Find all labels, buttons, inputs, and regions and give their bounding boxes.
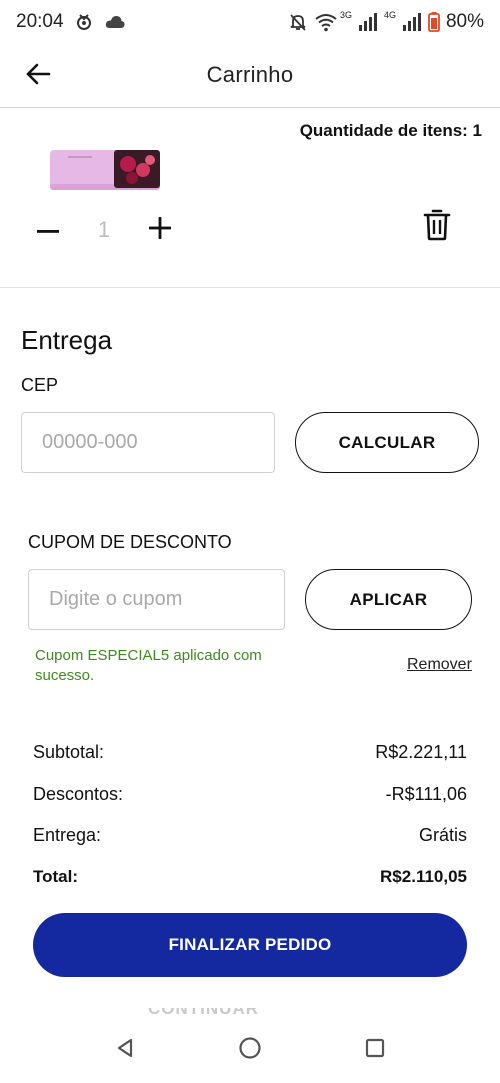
nav-back-button[interactable] — [110, 1035, 140, 1065]
signal-icon-2 — [402, 13, 422, 31]
delivery-row: Entrega: Grátis — [33, 825, 467, 846]
decrease-button[interactable] — [28, 208, 68, 252]
remove-coupon-link[interactable]: Remover — [407, 656, 472, 674]
network-type-2: 4G — [383, 10, 396, 20]
delivery-value: Grátis — [418, 825, 467, 845]
data-saver-icon — [74, 12, 94, 32]
total-label: Total: — [33, 867, 79, 886]
wifi-icon — [314, 12, 338, 32]
product-image[interactable] — [48, 150, 162, 196]
coupon-label: CUPOM DE DESCONTO — [28, 532, 232, 552]
page-title: Carrinho — [206, 62, 294, 87]
status-bar: 20:04 3G 4G 80% — [0, 0, 500, 44]
nav-back-icon — [114, 1037, 136, 1064]
quantity-value: 1 — [97, 217, 111, 242]
app-bar: Carrinho — [0, 44, 500, 108]
subtotal-row: Subtotal: R$2.221,11 — [33, 742, 467, 763]
network-type-1: 3G — [339, 10, 352, 20]
signal-icon-1 — [358, 13, 378, 31]
plus-icon — [149, 216, 171, 244]
discount-label: Descontos: — [33, 784, 124, 804]
subtotal-label: Subtotal: — [33, 742, 105, 762]
items-count: Quantidade de itens: 1 — [299, 121, 482, 140]
coupon-success-message: Cupom ESPECIAL5 aplicado com sucesso. — [35, 647, 262, 684]
status-time: 20:04 — [16, 11, 64, 32]
cep-input[interactable] — [21, 412, 275, 473]
minus-icon — [37, 221, 59, 239]
trash-icon — [423, 209, 451, 246]
coupon-input[interactable] — [28, 569, 285, 630]
battery-percent: 80% — [445, 11, 484, 32]
nav-recents-icon — [364, 1037, 386, 1064]
system-nav-bar — [0, 1017, 500, 1083]
finalize-order-button[interactable]: FINALIZAR PEDIDO — [33, 913, 467, 977]
cloud-icon — [104, 14, 126, 30]
subtotal-value: R$2.221,11 — [375, 742, 467, 762]
remove-item-button[interactable] — [420, 208, 454, 246]
total-row: Total: R$2.110,05 — [33, 867, 467, 887]
calculate-button[interactable]: CALCULAR — [295, 412, 479, 473]
delivery-label: Entrega: — [33, 825, 102, 845]
cep-label: CEP — [21, 375, 59, 395]
discount-value: -R$111,06 — [385, 784, 467, 804]
discount-row: Descontos: -R$111,06 — [33, 784, 467, 805]
delivery-title: Entrega — [21, 325, 113, 355]
quantity-stepper: 1 — [28, 208, 180, 252]
battery-icon — [428, 12, 440, 32]
nav-recents-button[interactable] — [360, 1035, 390, 1065]
increase-button[interactable] — [140, 208, 180, 252]
mute-bell-icon — [288, 12, 308, 32]
nav-home-icon — [238, 1036, 262, 1065]
total-value: R$2.110,05 — [380, 867, 467, 886]
cart-item: Quantidade de itens: 1 1 — [0, 108, 500, 288]
apply-coupon-button[interactable]: APLICAR — [305, 569, 472, 630]
nav-home-button[interactable] — [235, 1035, 265, 1065]
